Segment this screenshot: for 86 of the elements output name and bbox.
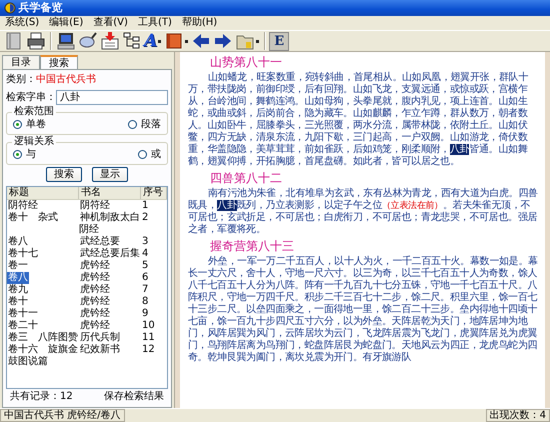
table-cell: 3 <box>141 236 150 247</box>
dropdown-tool-button[interactable]: A <box>143 30 164 52</box>
table-cell[interactable]: 卷八 <box>7 236 29 248</box>
table-cell[interactable]: 卷一 <box>7 260 29 272</box>
table-cell[interactable]: 卷三 八阵图赞 <box>7 332 79 344</box>
column-header[interactable]: 标题 <box>7 187 79 199</box>
table-cell: 10 <box>141 320 156 331</box>
table-cell: 虎钤经 <box>79 260 111 271</box>
table-cell: 5 <box>141 260 150 271</box>
table-cell: 神机制敌太白阴经 <box>79 212 140 235</box>
table-cell: 虎钤经 <box>79 284 111 295</box>
search-field[interactable]: 八卦 <box>56 90 168 104</box>
table-cell: 阴符经 <box>79 200 111 211</box>
column-header[interactable]: 书名 <box>79 187 141 199</box>
table-cell[interactable]: 卷十 <box>7 296 29 308</box>
category-value: 中国古代兵书 <box>36 72 96 87</box>
menu-item[interactable]: 系统(S) <box>0 16 44 30</box>
radio-button[interactable] <box>13 150 22 158</box>
table-cell[interactable]: 卷八 <box>7 272 29 284</box>
section-title: 握奇营第八十三 <box>209 239 295 253</box>
paragraph: 外垒，一军一万二千五百人，以十人为火，一千二百五十火。幕数一如是。幕长一丈六尺，舍十人，守地一尺六寸。以三为奇，以三千七百五十人为奇数，馀人八千七百五十人分为八阵。阵有一千九百九十七分五铢，守地一千七百五十尺。八阵积尺，守地一万四千尺。积步二千三百七十二步，馀二尺。积里六里，馀一百七十三步二尺。以垒四面乘之，一面得地一里，馀二百二十三步。垒内得地十四顷十七亩，馀一百九十步四尺五寸六分，以为外垒。天阵居乾为天门，地阵居坤为地门，风阵居巽为风门，云阵居坎为云门，飞龙阵居震为飞龙门，虎翼阵居兑为虎翼门，鸟翔阵居离为鸟翔门，蛇盘阵居艮为蛇盘门。天地风云为四正，龙虎鸟蛇为四奇。乾坤艮巽为阖门，离坎兑震为开门。有牙旗游队 <box>188 256 539 364</box>
group-title: 检索范围 <box>12 106 56 118</box>
save-results-link[interactable]: 保存检索结果 <box>104 391 164 403</box>
option-label: 单卷 <box>26 118 46 132</box>
table-cell: 1 <box>141 200 150 211</box>
table-cell[interactable]: 阴符经 <box>7 200 39 212</box>
document-arrow-icon[interactable] <box>100 31 120 51</box>
option-label: 或 <box>151 148 161 162</box>
app-icon <box>4 2 16 14</box>
table-cell: 7 <box>141 284 150 295</box>
window-title: 兵学备览 <box>18 0 62 16</box>
table-cell: 武经总要后集 <box>79 248 141 259</box>
menu-item[interactable]: 查看(V) <box>88 16 133 30</box>
table-cell: 8 <box>141 296 150 307</box>
table-cell: 11 <box>141 332 156 343</box>
dropdown-icon <box>256 40 260 42</box>
status-text: 中国古代兵书 虎钤经/卷八 <box>0 409 125 422</box>
radio-button[interactable] <box>138 150 147 158</box>
table-cell[interactable]: 卷十六 旋旗金鼓图说篇 <box>7 344 79 368</box>
menu-item[interactable]: 编辑(E) <box>44 16 88 30</box>
table-cell[interactable]: 卷九 <box>7 284 29 296</box>
group-title: 逻辑关系 <box>12 136 56 148</box>
tab[interactable]: 搜索 <box>40 55 78 70</box>
forward-arrow-icon[interactable] <box>213 31 234 51</box>
table-cell: 历代兵制 <box>79 332 121 343</box>
menu-item[interactable]: 工具(T) <box>132 16 177 30</box>
radio-button[interactable] <box>128 120 137 128</box>
push-button[interactable]: 显示 <box>92 167 128 182</box>
table-cell: 12 <box>141 344 156 355</box>
option-label: 与 <box>26 148 36 162</box>
book-icon[interactable] <box>164 31 184 51</box>
monitor-icon[interactable] <box>56 31 76 51</box>
radio-button[interactable] <box>13 120 22 128</box>
push-button[interactable]: 搜索 <box>46 167 82 182</box>
table-cell: 4 <box>141 248 150 259</box>
paragraph: 南有污池为朱雀，北有堆阜为玄武，东有丛林为青龙，西有大道为白虎。四兽既具，八卦既列，乃立表测影，以定子午之位（立表法在前）。若夫朱雀无顶，不可居也；玄武折足，不可居也；白虎衔刀，不可居也；青龙悲哭，不可居也。强居之者，军覆将死。 <box>188 188 539 236</box>
letter-button[interactable]: E <box>269 32 290 50</box>
dropdown-icon <box>158 40 162 42</box>
paragraph: 山如蟠龙，旺案数重，宛转斜曲，首尾相从。山如凤凰，翅翼开张，群队十万，带扶陇岗，前御印绶，后有回翔。山如飞龙，支翼远通，或惊或跃，宫横乍从，台岭池间，舞鹤连鸿。山如母狗，头拳尾就，腹内乳见，项上连首。山如生蛇，或曲或斜，后岗前合，隐为藏车。山如麒麟，乍立乍蹲，群从数万，朝者数人。山如卧牛，屈膝拳头，三光照覆，两水分流，属带林陇，依附土丘。山如伏鳖，四方无缺，清泉东流，九阳下歇，三门起高，一户双阙。山如游龙，倚伏数重，华盖隐隐，美草茸茸，前如雀跃，后如鸡笼，刚柔顺附，八卦皆通。山如舞鹤，翅翼仰搏，开拓胸臆，首尾盘礴。如此者，皆可以居之也。 <box>188 72 530 168</box>
option-label: 段落 <box>141 118 161 132</box>
record-count: 共有记录：12 <box>10 391 73 403</box>
table-cell: 武经总要 <box>79 236 121 247</box>
table-cell[interactable]: 卷十 杂式 <box>7 212 59 236</box>
section-title: 山势第八十一 <box>209 55 283 69</box>
dropdown-icon <box>185 40 188 42</box>
table-cell: 9 <box>141 308 150 319</box>
table-cell: 虎钤经 <box>79 320 111 331</box>
table-cell[interactable]: 卷十七 <box>7 248 39 260</box>
column-header[interactable]: 序号 <box>141 187 167 199</box>
field-label: 检索字串： <box>6 90 56 104</box>
menu-item[interactable]: 帮助(H) <box>176 16 222 30</box>
table-cell: 虎钤经 <box>79 272 111 283</box>
table-cell[interactable]: 卷二十 <box>7 320 39 332</box>
hierarchy-icon[interactable] <box>122 31 142 51</box>
table-cell[interactable]: 卷十一 <box>7 308 39 320</box>
field-label: 类别： <box>6 72 36 87</box>
table-cell: 虎钤经 <box>79 296 111 307</box>
table-cell: 纪效新书 <box>79 344 121 355</box>
status-count: 出现次数：4 <box>486 409 550 422</box>
table-cell: 6 <box>141 272 150 283</box>
section-title: 四兽第八十二 <box>209 171 283 185</box>
table-cell: 虎钤经 <box>79 308 111 319</box>
printer-icon[interactable] <box>26 31 46 51</box>
tab[interactable]: 目录 <box>2 55 40 69</box>
back-arrow-icon[interactable] <box>191 31 212 51</box>
table-cell: 2 <box>141 212 150 223</box>
